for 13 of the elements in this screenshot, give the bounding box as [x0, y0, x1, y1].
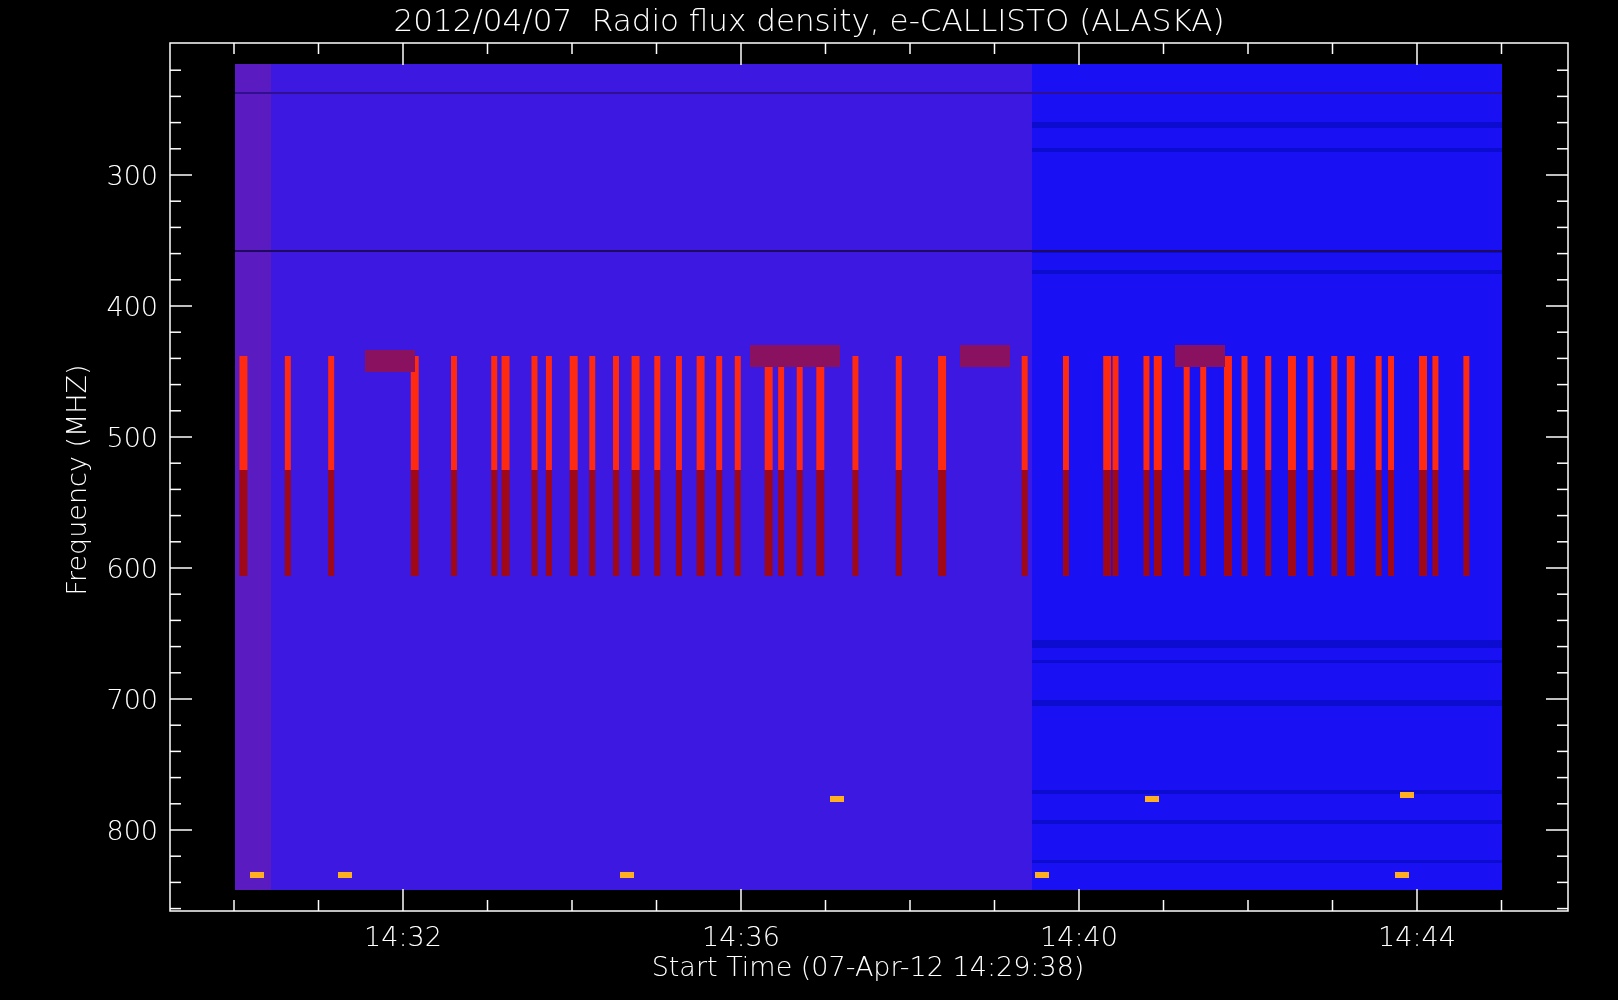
tick-label: 14:32	[364, 921, 442, 952]
axis-label: Start Time (07-Apr-12 14:29:38)	[651, 951, 1085, 982]
chart-title: 2012/04/07 Radio flux density, e-CALLISTO (ALASKA)	[393, 2, 1225, 38]
tick-label: 400	[106, 291, 158, 322]
tick-label: 300	[106, 160, 158, 191]
tick-label: 600	[106, 553, 158, 584]
tick-label: 700	[106, 684, 158, 715]
axis-label: Frequency (MHZ)	[61, 364, 92, 596]
tick-label: 14:44	[1378, 921, 1456, 952]
tick-label: 14:40	[1040, 921, 1118, 952]
tick-label: 14:36	[702, 921, 780, 952]
tick-label: 500	[106, 422, 158, 453]
tick-label: 800	[106, 815, 158, 846]
